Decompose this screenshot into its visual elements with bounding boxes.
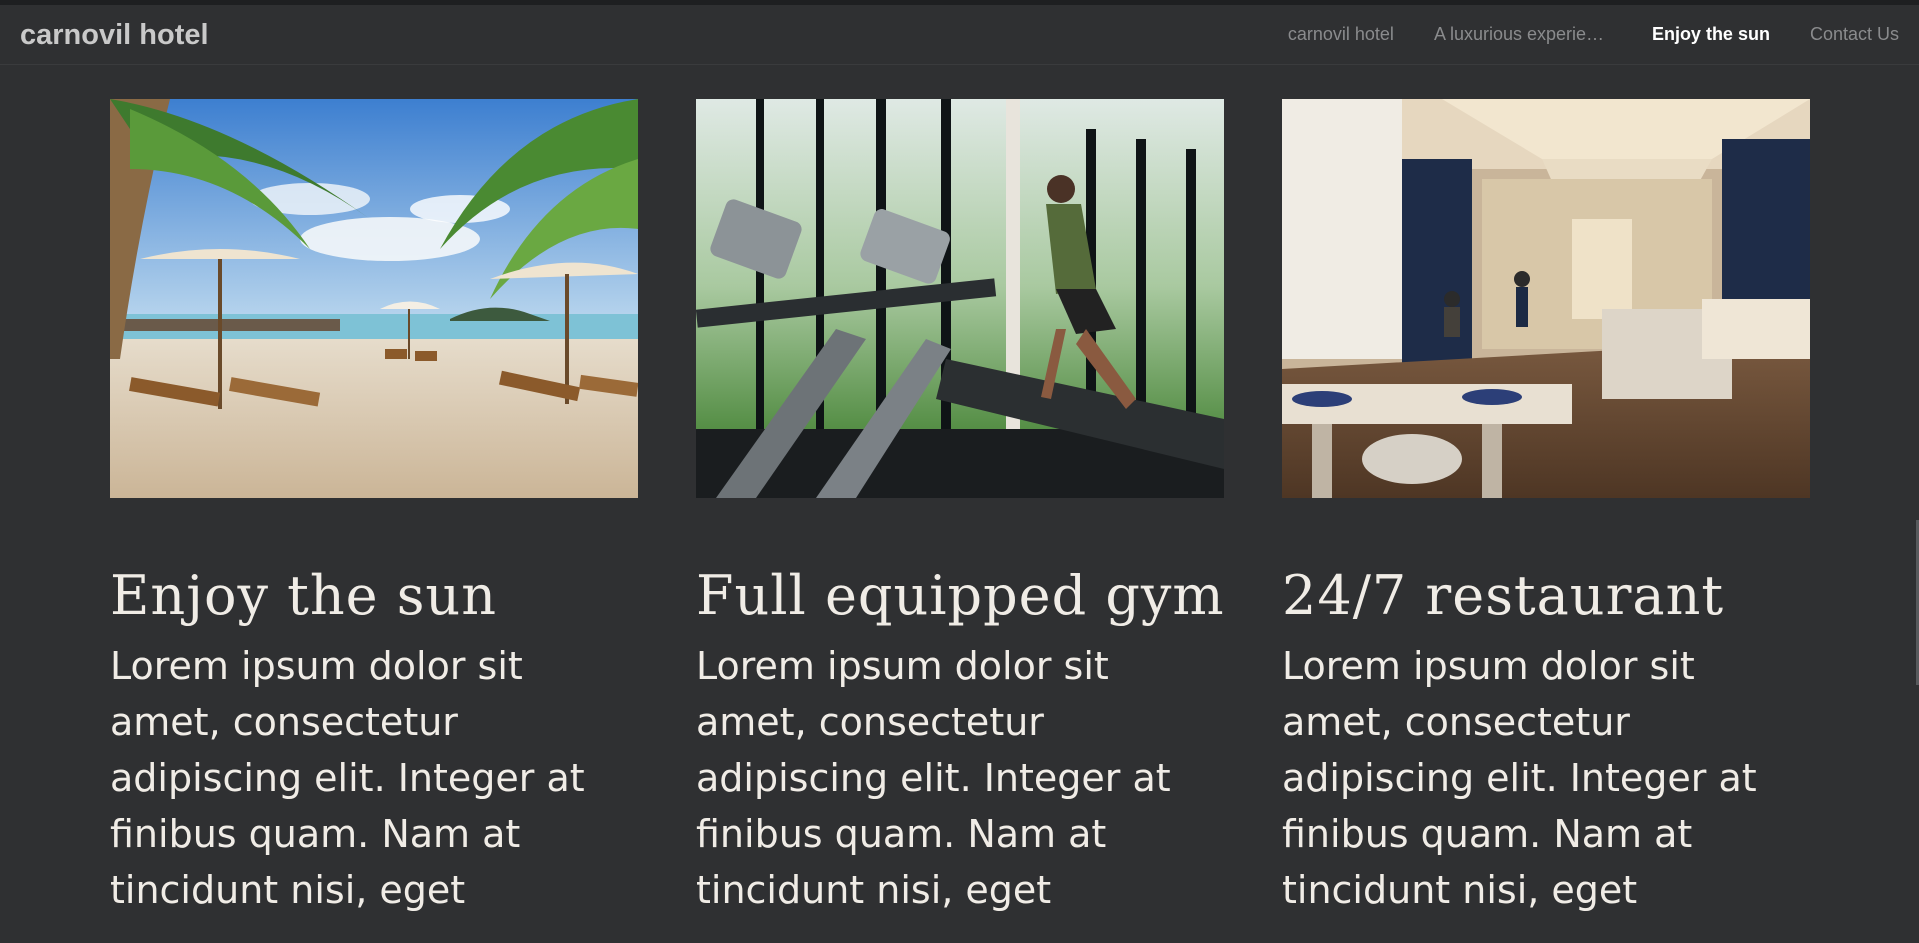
nav-link-home[interactable]: carnovil hotel [1288, 24, 1394, 45]
card-text: Lorem ipsum dolor sit amet, consectetur … [110, 644, 585, 912]
gym-photo [696, 99, 1224, 498]
feature-card-sun: Enjoy the sun Lorem ipsum dolor sit amet… [110, 99, 638, 918]
beach-photo [110, 99, 638, 498]
restaurant-photo [1282, 99, 1810, 498]
nav-link-contact[interactable]: Contact Us [1810, 24, 1899, 45]
nav-link-enjoy-the-sun[interactable]: Enjoy the sun [1652, 24, 1770, 45]
feature-card-gym: Full equipped gym Lorem ipsum dolor sit … [696, 99, 1224, 918]
brand-logo[interactable]: carnovil hotel [20, 19, 209, 52]
card-title: Enjoy the sun [110, 564, 497, 627]
card-text: Lorem ipsum dolor sit amet, consectetur … [696, 644, 1171, 912]
navbar: carnovil hotel carnovil hotel A luxuriou… [0, 5, 1919, 65]
nav-link-experience[interactable]: A luxurious experience [1434, 24, 1612, 45]
card-text: Lorem ipsum dolor sit amet, consectetur … [1282, 644, 1757, 912]
nav-links: carnovil hotel A luxurious experience En… [1248, 5, 1899, 64]
card-title: Full equipped gym [696, 564, 1225, 627]
feature-card-restaurant: 24/7 restaurant Lorem ipsum dolor sit am… [1282, 99, 1810, 918]
card-title: 24/7 restaurant [1282, 564, 1725, 627]
